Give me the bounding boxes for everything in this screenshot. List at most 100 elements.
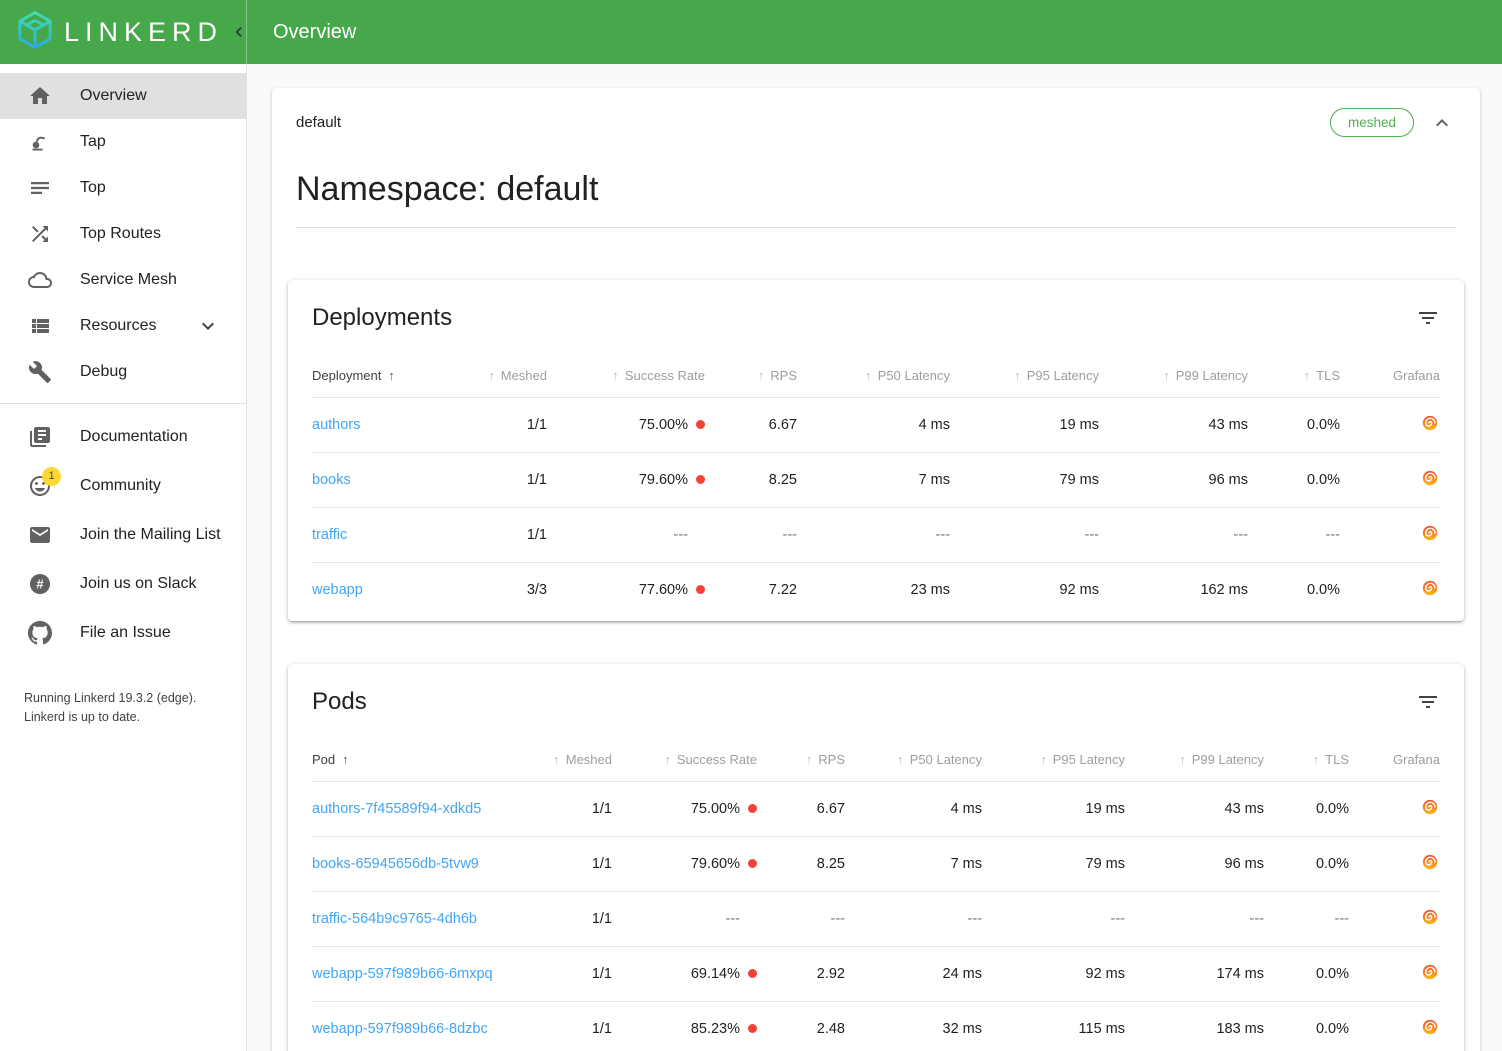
column-header-tls[interactable]: ↑TLS (1264, 740, 1349, 782)
column-header-success-rate[interactable]: ↑Success Rate (612, 740, 757, 782)
sidebar-item-join-us-on-slack[interactable]: #Join us on Slack (0, 559, 246, 608)
column-header-pod[interactable]: Pod↑ (312, 740, 512, 782)
column-header-p95[interactable]: ↑P95 Latency (982, 740, 1125, 782)
grafana-cell (1349, 892, 1440, 947)
sort-arrow-icon: ↑ (758, 368, 765, 383)
p95-latency-cell: 79 ms (982, 837, 1125, 892)
grafana-link[interactable] (1420, 797, 1440, 817)
pod-link[interactable]: webapp-597f989b66-6mxpq (312, 966, 493, 982)
p95-latency-cell: 19 ms (950, 398, 1099, 453)
column-header-grafana: Grafana (1349, 740, 1440, 782)
grafana-icon (1420, 413, 1440, 433)
success-rate-cell: 85.23% (612, 1002, 757, 1051)
sort-arrow-icon: ↑ (1040, 752, 1047, 767)
grafana-cell (1340, 453, 1440, 508)
sidebar-divider (0, 403, 246, 404)
p95-latency-cell: 115 ms (982, 1002, 1125, 1051)
table-row: webapp-597f989b66-8dzbc1/185.23%2.4832 m… (312, 1002, 1440, 1051)
pod-link[interactable]: webapp-597f989b66-8dzbc (312, 1021, 488, 1037)
table-row: webapp3/377.60%7.2223 ms92 ms162 ms0.0% (312, 563, 1440, 618)
grafana-link[interactable] (1420, 1017, 1440, 1037)
alert-dot (748, 969, 757, 978)
column-header-p50[interactable]: ↑P50 Latency (845, 740, 982, 782)
grafana-cell (1349, 837, 1440, 892)
sort-arrow-icon: ↑ (488, 368, 495, 383)
sidebar-item-overview[interactable]: Overview (0, 73, 246, 119)
namespace-title-divider (296, 227, 1456, 228)
column-header-meshed[interactable]: ↑Meshed (452, 356, 547, 398)
pod-link[interactable]: traffic-564b9c9765-4dh6b (312, 911, 477, 927)
grafana-link[interactable] (1420, 962, 1440, 982)
rps-cell: --- (757, 892, 845, 947)
sidebar-item-top[interactable]: Top (0, 165, 246, 211)
column-header-rps[interactable]: ↑RPS (705, 356, 797, 398)
p99-latency-cell: --- (1099, 508, 1248, 563)
grafana-icon (1420, 962, 1440, 982)
column-header-p99[interactable]: ↑P99 Latency (1099, 356, 1248, 398)
table-row: authors-7f45589f94-xdkd51/175.00%6.674 m… (312, 782, 1440, 837)
deployment-link[interactable]: webapp (312, 582, 363, 598)
top-icon (28, 176, 52, 200)
pods-filter-button[interactable] (1416, 690, 1440, 714)
sidebar-item-join-the-mailing-list[interactable]: Join the Mailing List (0, 510, 246, 559)
p50-latency-cell: 7 ms (797, 453, 950, 508)
alert-dot (748, 859, 757, 868)
column-header-deployment[interactable]: Deployment↑ (312, 356, 452, 398)
sidebar-item-resources[interactable]: Resources (0, 303, 246, 349)
sidebar-item-file-an-issue[interactable]: File an Issue (0, 608, 246, 657)
success-rate-cell: 69.14% (612, 947, 757, 1002)
deployments-filter-button[interactable] (1416, 306, 1440, 330)
name-cell: webapp-597f989b66-6mxpq (312, 947, 512, 1002)
deployment-link[interactable]: authors (312, 417, 360, 433)
filter-list-icon (1416, 690, 1440, 714)
panel-collapse-button[interactable] (1428, 109, 1456, 137)
sidebar-item-tap[interactable]: Tap (0, 119, 246, 165)
column-header-p99[interactable]: ↑P99 Latency (1125, 740, 1264, 782)
p99-latency-cell: 96 ms (1125, 837, 1264, 892)
sidebar-item-debug[interactable]: Debug (0, 349, 246, 395)
alert-dot (748, 804, 757, 813)
sort-arrow-icon: ↑ (342, 752, 349, 767)
p95-latency-cell: --- (982, 892, 1125, 947)
pod-link[interactable]: books-65945656db-5tvw9 (312, 856, 479, 872)
sidebar-item-label: Top (80, 179, 106, 197)
version-line: Running Linkerd 19.3.2 (edge). (24, 689, 222, 708)
meshed-cell: 3/3 (452, 563, 547, 618)
sidebar-item-service-mesh[interactable]: Service Mesh (0, 257, 246, 303)
tls-cell: 0.0% (1264, 947, 1349, 1002)
sidebar-item-community[interactable]: 1Community (0, 461, 246, 510)
column-header-rps[interactable]: ↑RPS (757, 740, 845, 782)
sidebar-item-label: Tap (80, 133, 106, 151)
grafana-link[interactable] (1420, 413, 1440, 433)
p99-latency-cell: --- (1125, 892, 1264, 947)
meshed-badge[interactable]: meshed (1330, 108, 1414, 137)
deployment-link[interactable]: traffic (312, 527, 347, 543)
grafana-link[interactable] (1420, 468, 1440, 488)
grafana-link[interactable] (1420, 578, 1440, 598)
sort-arrow-icon: ↑ (806, 752, 813, 767)
grafana-link[interactable] (1420, 523, 1440, 543)
sidebar-item-top-routes[interactable]: Top Routes (0, 211, 246, 257)
namespace-title: Namespace: default (296, 169, 1456, 209)
name-cell: traffic-564b9c9765-4dh6b (312, 892, 512, 947)
rps-cell: 8.25 (757, 837, 845, 892)
column-header-p50[interactable]: ↑P50 Latency (797, 356, 950, 398)
column-header-success-rate[interactable]: ↑Success Rate (547, 356, 705, 398)
sort-arrow-icon: ↑ (612, 368, 619, 383)
chevron-down-icon[interactable] (196, 314, 220, 338)
alert-dot (696, 530, 705, 539)
table-row: traffic-564b9c9765-4dh6b1/1-------------… (312, 892, 1440, 947)
column-header-tls[interactable]: ↑TLS (1248, 356, 1340, 398)
deployment-link[interactable]: books (312, 472, 351, 488)
column-header-meshed[interactable]: ↑Meshed (512, 740, 612, 782)
sort-arrow-icon: ↑ (388, 368, 395, 383)
p99-latency-cell: 162 ms (1099, 563, 1248, 618)
name-cell: authors (312, 398, 452, 453)
grafana-link[interactable] (1420, 907, 1440, 927)
pod-link[interactable]: authors-7f45589f94-xdkd5 (312, 801, 481, 817)
tls-cell: 0.0% (1248, 453, 1340, 508)
column-header-p95[interactable]: ↑P95 Latency (950, 356, 1099, 398)
sidebar-item-documentation[interactable]: Documentation (0, 412, 246, 461)
tls-cell: --- (1264, 892, 1349, 947)
grafana-link[interactable] (1420, 852, 1440, 872)
